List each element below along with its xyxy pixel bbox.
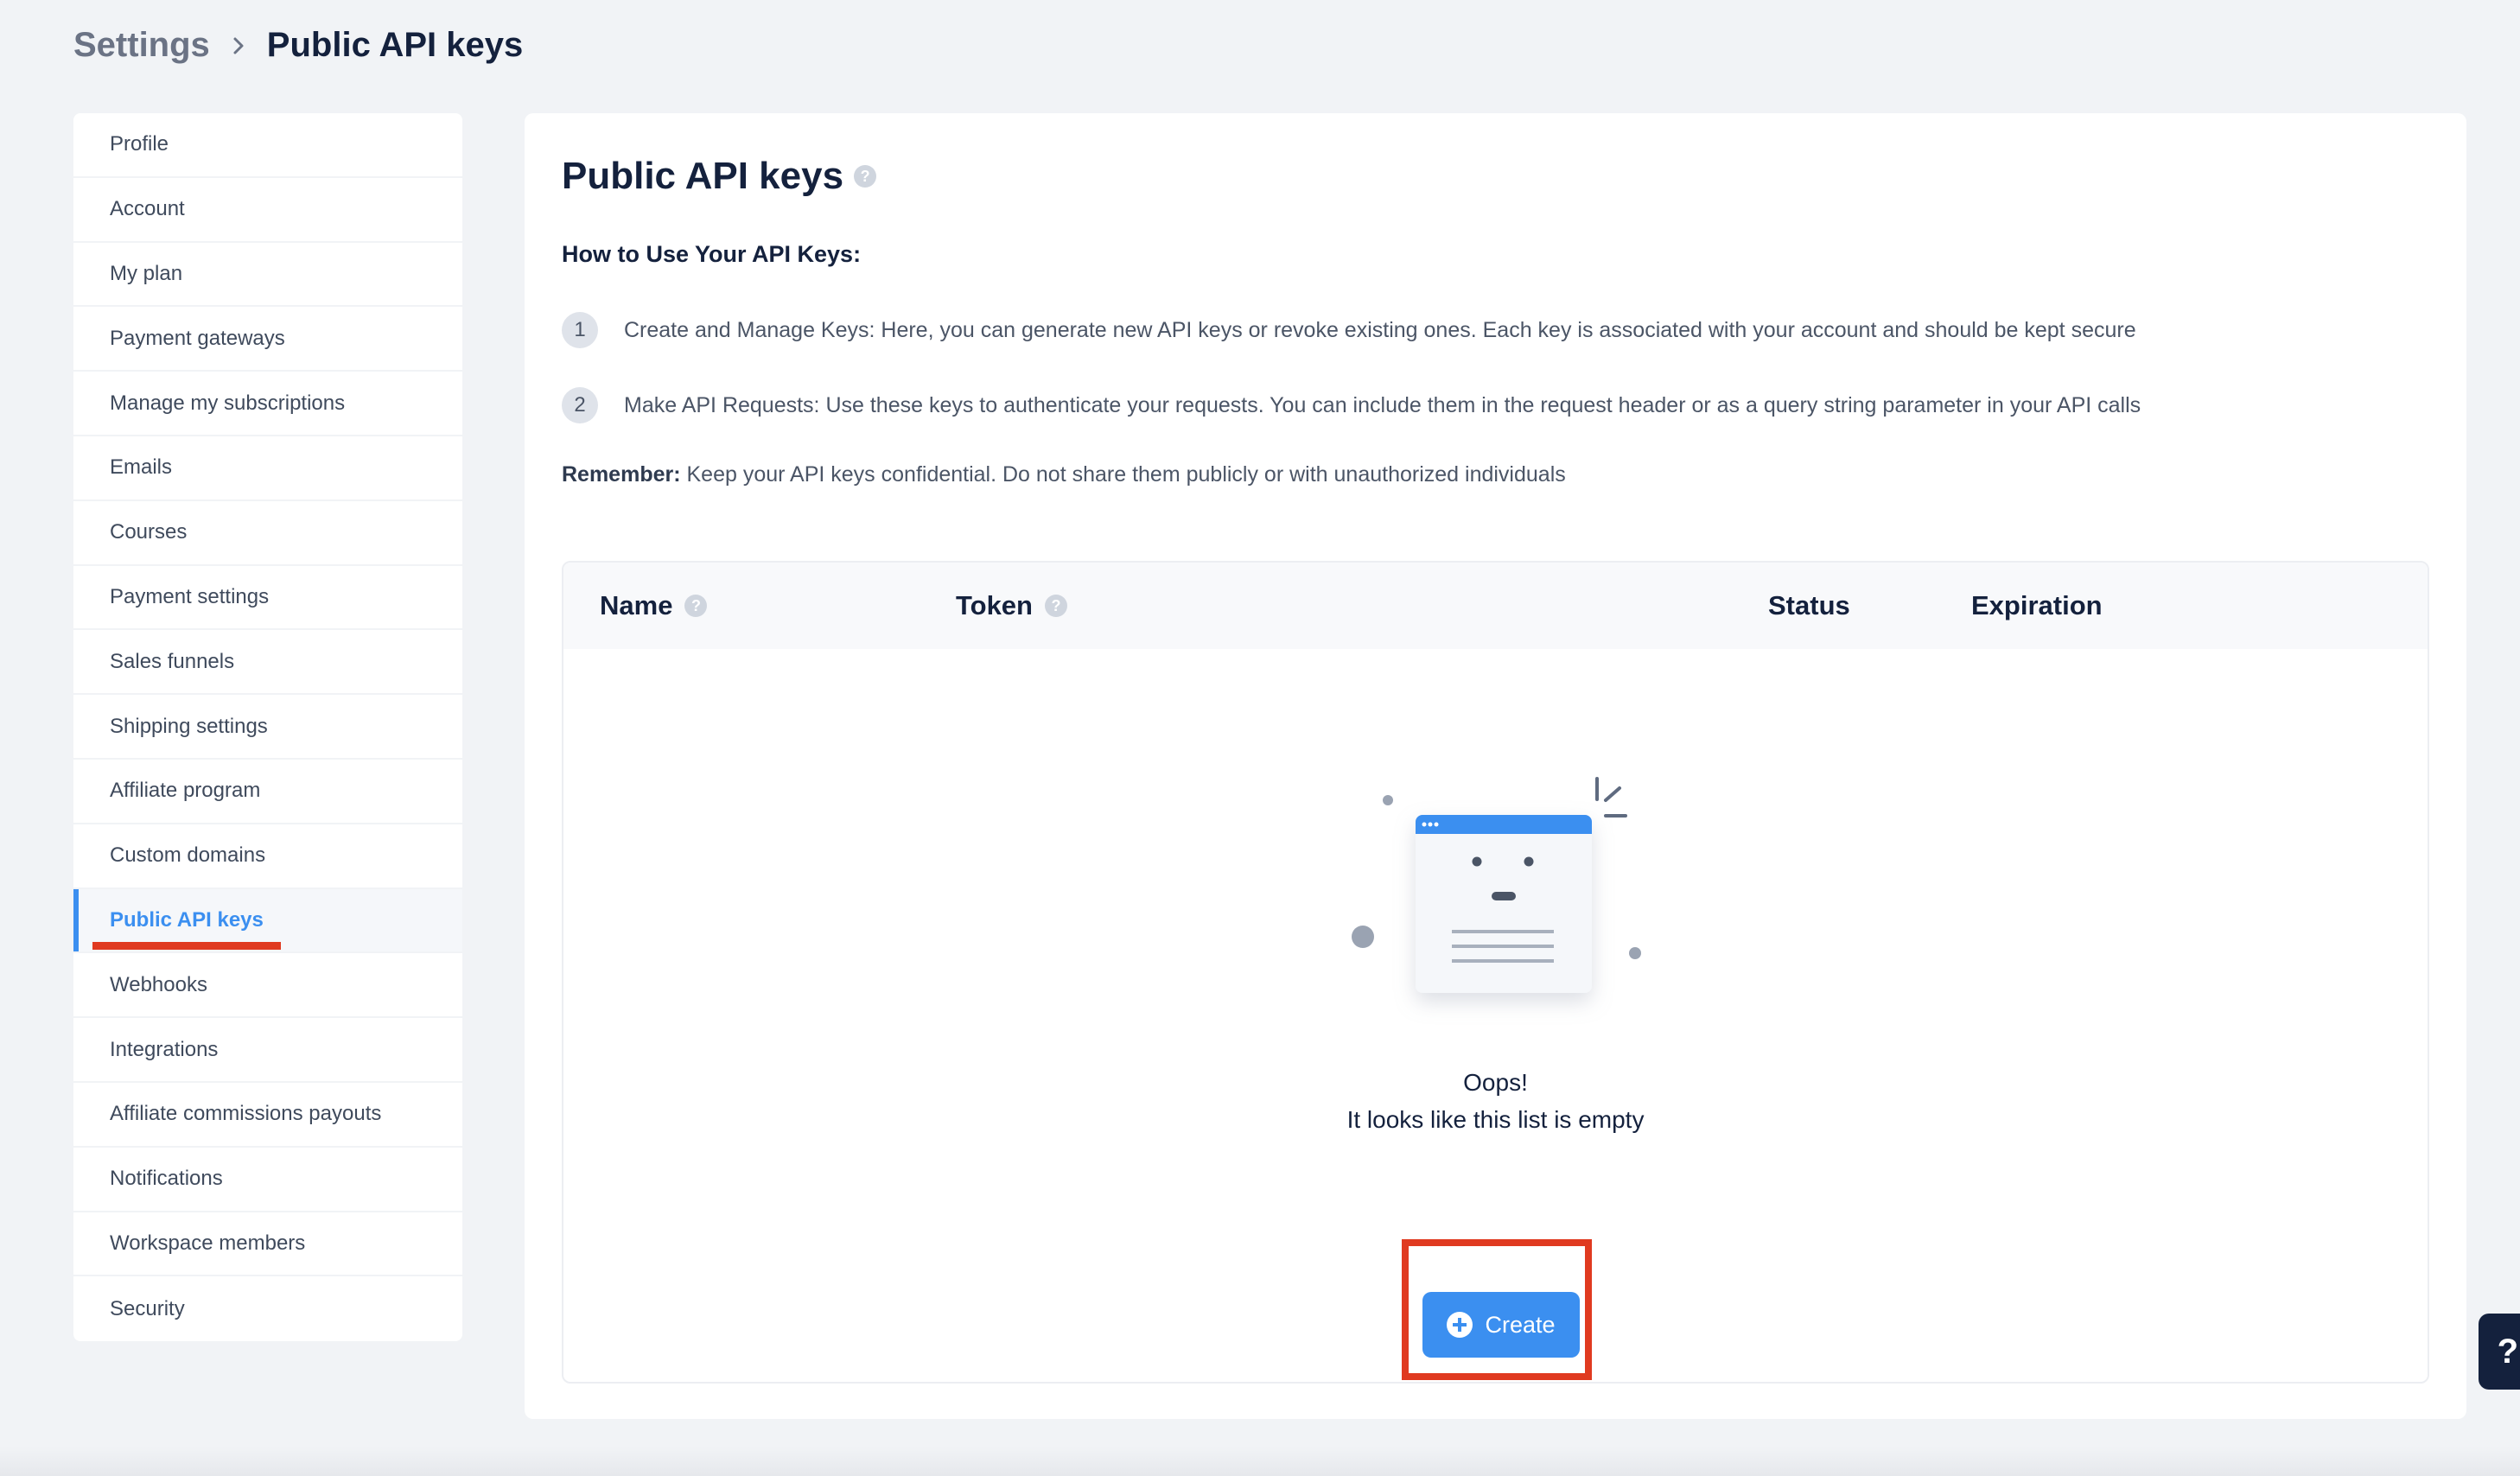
sidebar-item-label: Webhooks bbox=[110, 972, 207, 996]
sidebar-item-payment-gateways[interactable]: Payment gateways bbox=[73, 307, 462, 372]
sidebar-item-label: Shipping settings bbox=[110, 714, 268, 738]
sidebar-item-public-api-keys[interactable]: Public API keys bbox=[73, 888, 462, 954]
sidebar-item-manage-subscriptions[interactable]: Manage my subscriptions bbox=[73, 372, 462, 436]
sidebar-item-workspace-members[interactable]: Workspace members bbox=[73, 1212, 462, 1277]
page-bottom-edge bbox=[0, 1447, 2520, 1476]
create-button-highlight: Create bbox=[1402, 1239, 1592, 1380]
sidebar-item-label: Notifications bbox=[110, 1167, 223, 1191]
sidebar-item-label: Custom domains bbox=[110, 843, 266, 868]
sidebar-item-notifications[interactable]: Notifications bbox=[73, 1148, 462, 1212]
sidebar-item-affiliate-program[interactable]: Affiliate program bbox=[73, 760, 462, 824]
sidebar-item-courses[interactable]: Courses bbox=[73, 501, 462, 566]
sidebar-item-sales-funnels[interactable]: Sales funnels bbox=[73, 630, 462, 696]
settings-sidebar: Profile Account My plan Payment gateways… bbox=[73, 113, 462, 1342]
how-to-title: How to Use Your API Keys: bbox=[562, 241, 862, 267]
chevron-right-icon bbox=[233, 37, 244, 54]
sidebar-item-profile[interactable]: Profile bbox=[73, 113, 462, 178]
step-text: Make API Requests: Use these keys to aut… bbox=[624, 392, 2141, 417]
sidebar-item-label: Courses bbox=[110, 520, 188, 544]
create-button-label: Create bbox=[1485, 1311, 1556, 1338]
create-button[interactable]: Create bbox=[1422, 1292, 1580, 1358]
empty-title: Oops! bbox=[1463, 1069, 1528, 1096]
sidebar-item-custom-domains[interactable]: Custom domains bbox=[73, 824, 462, 889]
help-widget-button[interactable]: ? bbox=[2479, 1314, 2520, 1390]
sidebar-item-integrations[interactable]: Integrations bbox=[73, 1018, 462, 1083]
remember-text: Keep your API keys confidential. Do not … bbox=[680, 462, 1566, 487]
sidebar-item-shipping-settings[interactable]: Shipping settings bbox=[73, 695, 462, 760]
sidebar-item-label: Workspace members bbox=[110, 1231, 306, 1255]
page-title-text: Public API keys bbox=[562, 155, 844, 197]
page-title: Public API keys ? bbox=[562, 155, 877, 198]
sidebar-item-account[interactable]: Account bbox=[73, 178, 462, 243]
sidebar-item-label: My plan bbox=[110, 261, 183, 285]
sidebar-item-label: Payment gateways bbox=[110, 326, 285, 350]
sidebar-item-label: Public API keys bbox=[110, 907, 264, 932]
step-number: 1 bbox=[562, 312, 598, 348]
sidebar-item-label: Affiliate program bbox=[110, 779, 261, 803]
sidebar-item-label: Integrations bbox=[110, 1037, 219, 1061]
sidebar-item-label: Manage my subscriptions bbox=[110, 391, 346, 415]
sidebar-item-my-plan[interactable]: My plan bbox=[73, 243, 462, 308]
sidebar-item-affiliate-commissions-payouts[interactable]: Affiliate commissions payouts bbox=[73, 1083, 462, 1148]
sidebar-item-label: Emails bbox=[110, 455, 173, 480]
breadcrumb-settings-link[interactable]: Settings bbox=[73, 26, 210, 65]
sidebar-item-payment-settings[interactable]: Payment settings bbox=[73, 566, 462, 631]
main-panel: Public API keys ? How to Use Your API Ke… bbox=[525, 113, 2466, 1419]
plus-circle-icon bbox=[1447, 1312, 1473, 1338]
annotation-underline bbox=[92, 942, 281, 951]
step-number: 2 bbox=[562, 387, 598, 423]
empty-subtitle: It looks like this list is empty bbox=[1346, 1106, 1645, 1133]
sidebar-item-label: Affiliate commissions payouts bbox=[110, 1102, 382, 1126]
remember-label: Remember: bbox=[562, 462, 681, 487]
sidebar-item-label: Payment settings bbox=[110, 584, 270, 608]
step-1: 1 Create and Manage Keys: Here, you can … bbox=[562, 312, 2136, 348]
sidebar-item-label: Sales funnels bbox=[110, 649, 235, 673]
sidebar-item-emails[interactable]: Emails bbox=[73, 436, 462, 501]
breadcrumb-current: Public API keys bbox=[266, 26, 524, 64]
sidebar-item-security[interactable]: Security bbox=[73, 1276, 462, 1341]
question-icon: ? bbox=[2497, 1332, 2518, 1371]
breadcrumb: Settings Public API keys bbox=[73, 26, 523, 65]
sidebar-item-webhooks[interactable]: Webhooks bbox=[73, 953, 462, 1019]
sidebar-item-label: Security bbox=[110, 1296, 185, 1320]
remember-note: Remember: Keep your API keys confidentia… bbox=[562, 462, 1566, 487]
sidebar-item-label: Profile bbox=[110, 132, 169, 156]
sidebar-item-label: Account bbox=[110, 197, 185, 221]
step-text: Create and Manage Keys: Here, you can ge… bbox=[624, 317, 2136, 342]
help-icon[interactable]: ? bbox=[854, 165, 877, 188]
step-2: 2 Make API Requests: Use these keys to a… bbox=[562, 387, 2141, 423]
